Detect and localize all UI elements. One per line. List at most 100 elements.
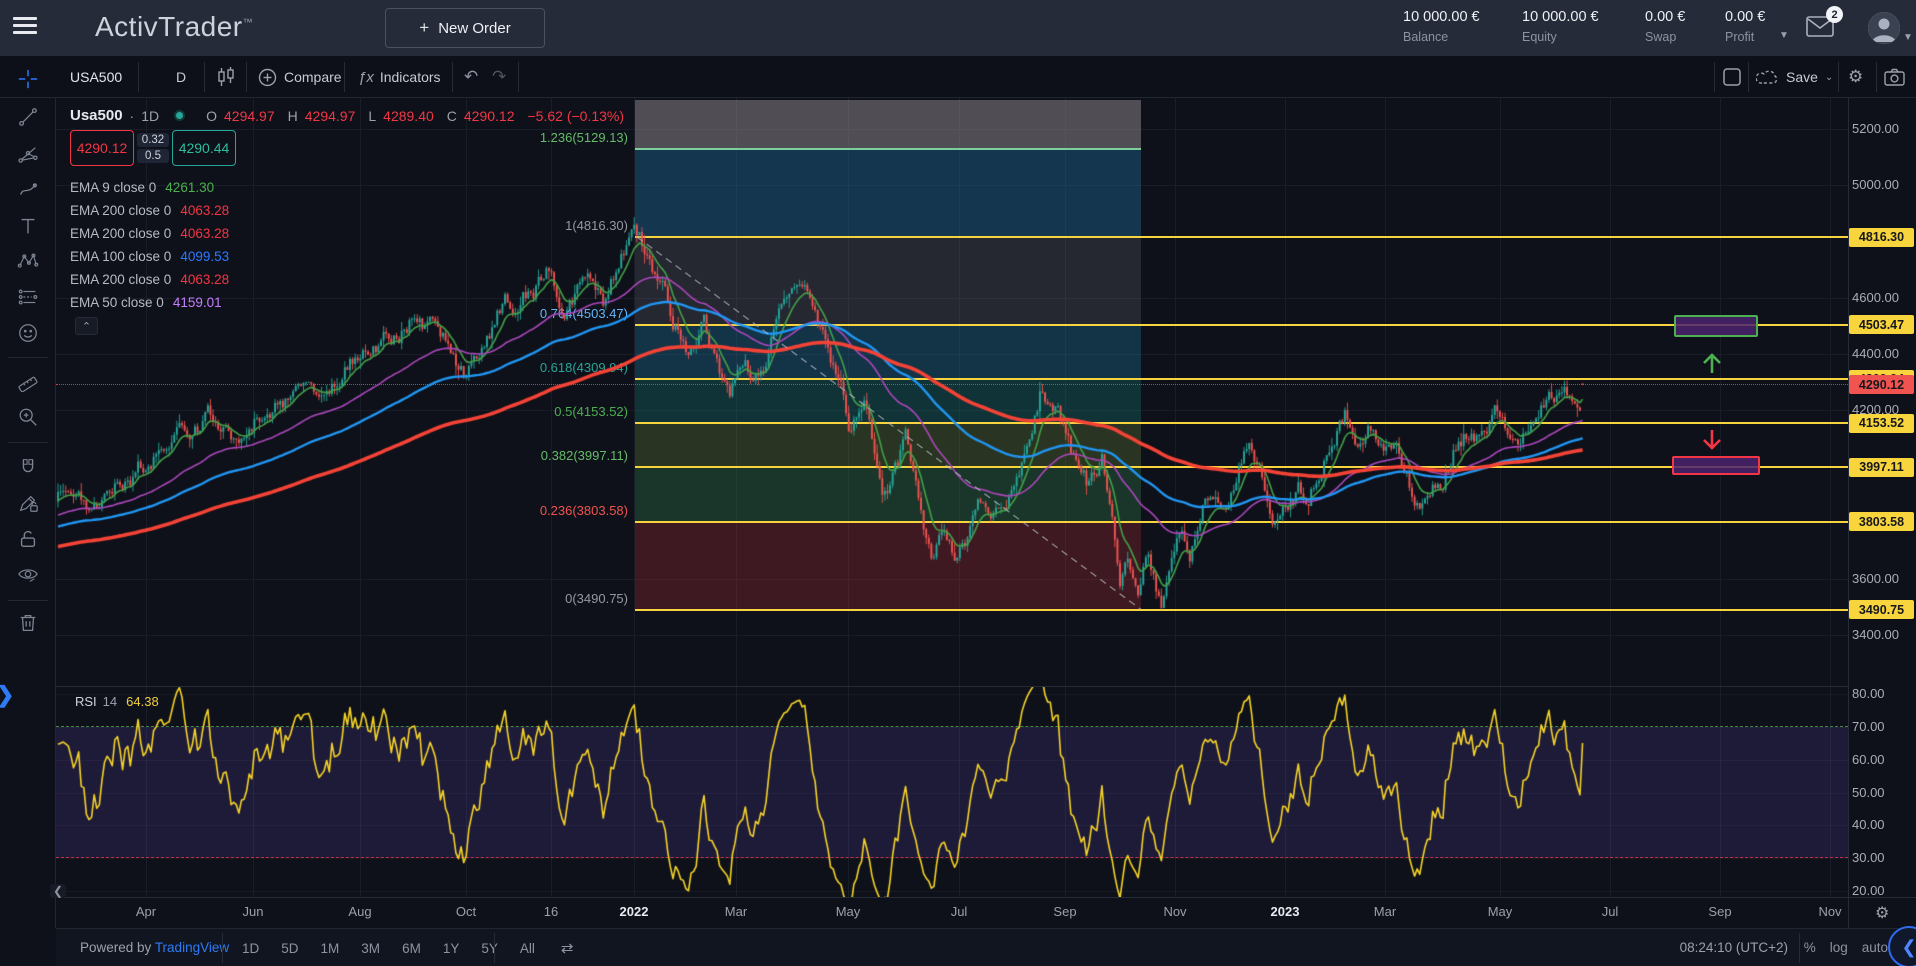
rsi-axis-label: 50.00: [1852, 785, 1912, 800]
indicator-row[interactable]: EMA 200 close 0 4063.28: [70, 268, 229, 291]
time-axis-label: Sep: [1035, 904, 1095, 919]
time-axis-label: 16: [521, 904, 581, 919]
time-axis-label: Mar: [1355, 904, 1415, 919]
price-alert-badge[interactable]: 3997.11: [1849, 458, 1914, 477]
price-alert-badge[interactable]: 4153.52: [1849, 414, 1914, 433]
tradingview-link[interactable]: TradingView: [155, 940, 229, 955]
rsi-axis-label: 70.00: [1852, 719, 1912, 734]
price-axis-border: [1848, 98, 1849, 928]
ohlc-close-value: 4290.12: [464, 108, 515, 124]
range-button-3m[interactable]: 3M: [355, 938, 386, 959]
rsi-axis-label: 60.00: [1852, 752, 1912, 767]
scale-options: % log auto: [1804, 940, 1888, 955]
price-pane-canvas[interactable]: [56, 98, 1848, 686]
time-axis-label: Nov: [1800, 904, 1860, 919]
legend-interval: 1D: [141, 108, 159, 124]
indicator-value: 4159.01: [173, 295, 222, 310]
spread-indicator: 0.32 0.5: [137, 133, 169, 163]
clock-timezone[interactable]: 08:24:10 (UTC+2): [1680, 940, 1788, 955]
sell-arrow-icon[interactable]: [1699, 427, 1725, 453]
market-status-dot-icon: [174, 110, 185, 121]
price-alert-badge[interactable]: 3803.58: [1849, 512, 1914, 531]
time-axis-settings-gear-icon[interactable]: ⚙: [1875, 903, 1889, 923]
price-alert-badge[interactable]: 3490.75: [1849, 600, 1914, 619]
indicator-row[interactable]: EMA 200 close 0 4063.28: [70, 199, 229, 222]
price-alert-badge[interactable]: 4503.47: [1849, 315, 1914, 334]
pane-separator[interactable]: [56, 686, 1848, 687]
spread-top-value: 0.32: [137, 133, 169, 147]
time-axis-label: 2023: [1255, 904, 1315, 919]
range-button-all[interactable]: All: [514, 938, 541, 959]
rsi-axis-label: 40.00: [1852, 817, 1912, 832]
chart-footer: Powered by TradingView 1D 5D 1M 3M 6M 1Y 5Y All…: [56, 928, 1916, 966]
indicator-label: EMA 200 close 0: [70, 203, 171, 218]
time-axis-label: 2022: [604, 904, 664, 919]
price-axis-label: 4600.00: [1852, 290, 1912, 305]
time-axis-border: [56, 897, 1916, 898]
ohlc-low-value: 4289.40: [383, 108, 434, 124]
price-alert-badge[interactable]: 4816.30: [1849, 228, 1914, 247]
activtrader-app: ActivTrader™ +New Order 10 000.00 €Balan…: [0, 0, 1916, 966]
price-axis-label: 4400.00: [1852, 346, 1912, 361]
time-axis-label: Jul: [929, 904, 989, 919]
time-axis-label: Apr: [116, 904, 176, 919]
indicator-label: EMA 9 close 0: [70, 180, 156, 195]
log-scale-button[interactable]: log: [1830, 940, 1848, 955]
auto-scale-button[interactable]: auto: [1862, 940, 1888, 955]
ohlc-low-key: L: [368, 108, 376, 124]
indicator-value: 4261.30: [165, 180, 214, 195]
rsi-name: RSI: [75, 694, 97, 709]
chart-legend: Usa500 · 1D O4294.97 H4294.97 L4289.40 C…: [70, 107, 624, 124]
range-button-6m[interactable]: 6M: [396, 938, 427, 959]
scroll-left-chevron-icon[interactable]: ❮: [50, 884, 66, 898]
current-price-badge: 4290.12: [1849, 375, 1914, 394]
indicator-row[interactable]: EMA 50 close 0 4159.01: [70, 291, 229, 314]
collapse-indicators-button[interactable]: ⌃: [75, 317, 98, 335]
time-axis-label: Mar: [706, 904, 766, 919]
rsi-axis-label: 80.00: [1852, 686, 1912, 701]
time-axis-label: May: [1470, 904, 1530, 919]
range-button-1m[interactable]: 1M: [315, 938, 346, 959]
ohlc-open-value: 4294.97: [224, 108, 275, 124]
time-axis-label: May: [818, 904, 878, 919]
time-axis-label: Oct: [436, 904, 496, 919]
rsi-pane-canvas[interactable]: [56, 686, 1848, 897]
indicator-label: EMA 50 close 0: [70, 295, 164, 310]
range-button-1y[interactable]: 1Y: [437, 938, 466, 959]
time-axis-label: Jun: [223, 904, 283, 919]
indicator-value: 4063.28: [180, 203, 229, 218]
indicator-value: 4099.53: [180, 249, 229, 264]
time-axis-label: Aug: [330, 904, 390, 919]
indicator-label: EMA 100 close 0: [70, 249, 171, 264]
rsi-axis-label: 20.00: [1852, 883, 1912, 898]
range-button-5d[interactable]: 5D: [275, 938, 304, 959]
range-button-5y[interactable]: 5Y: [475, 938, 504, 959]
rsi-period: 14: [103, 694, 117, 709]
price-axis-label: 3600.00: [1852, 571, 1912, 586]
sell-bid-button[interactable]: 4290.12: [70, 130, 134, 166]
rsi-indicator-label[interactable]: RSI1464.38: [75, 694, 159, 709]
time-axis-label: Jul: [1580, 904, 1640, 919]
ohlc-open-key: O: [206, 108, 217, 124]
percent-scale-button[interactable]: %: [1804, 940, 1816, 955]
go-to-date-icon[interactable]: ⇄: [561, 939, 574, 957]
price-axis-label: 5200.00: [1852, 121, 1912, 136]
range-buttons: 1D 5D 1M 3M 6M 1Y 5Y All ⇄: [236, 929, 573, 966]
indicator-row[interactable]: EMA 100 close 0 4099.53: [70, 245, 229, 268]
legend-separator: ·: [130, 108, 135, 124]
ohlc-high-value: 4294.97: [305, 108, 356, 124]
buy-arrow-icon[interactable]: [1699, 350, 1725, 376]
buy-ask-button[interactable]: 4290.44: [172, 130, 236, 166]
change-value: −5.62 (−0.13%): [528, 108, 625, 124]
indicator-value: 4063.28: [180, 272, 229, 287]
range-button-1d[interactable]: 1D: [236, 938, 265, 959]
spread-bottom-value: 0.5: [137, 149, 169, 163]
indicator-row[interactable]: EMA 9 close 0 4261.30: [70, 176, 229, 199]
widget-panel-toggle-button[interactable]: ❮: [1888, 926, 1916, 966]
ohlc-high-key: H: [288, 108, 298, 124]
powered-by: Powered by TradingView: [80, 940, 229, 955]
legend-symbol[interactable]: Usa500: [70, 107, 123, 124]
indicator-label: EMA 200 close 0: [70, 272, 171, 287]
indicator-row[interactable]: EMA 200 close 04063.28: [70, 222, 229, 245]
bid-ask-widget: 4290.12 0.32 0.5 4290.44: [70, 130, 236, 166]
